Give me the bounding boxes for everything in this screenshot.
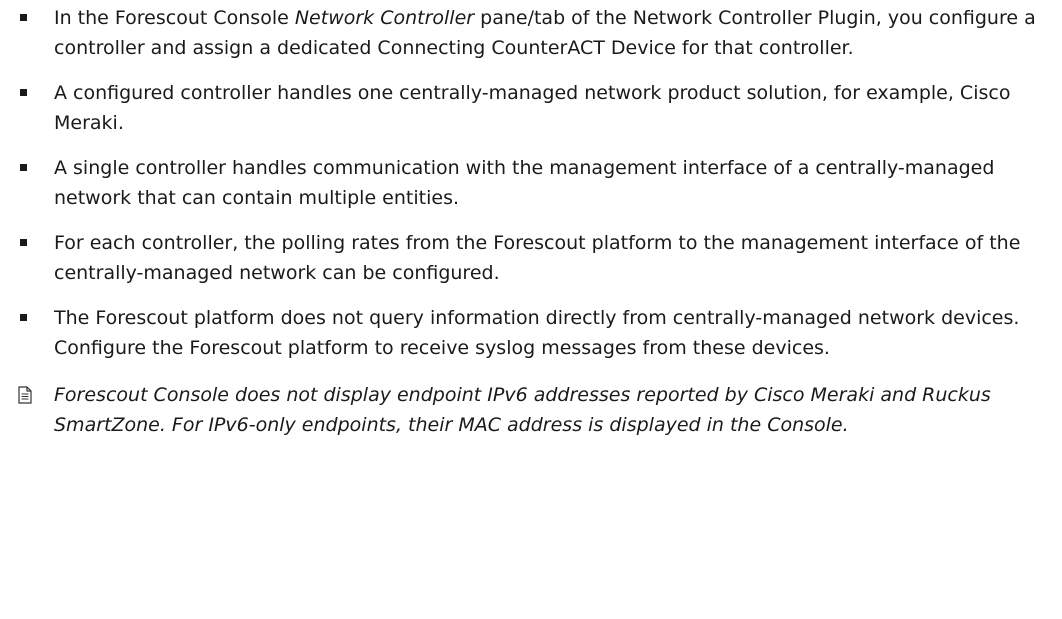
bullet-icon (20, 239, 27, 246)
note-text: Forescout Console does not display endpo… (54, 384, 991, 436)
list-item-text: A configured controller handles one cent… (54, 82, 1011, 134)
note-block: Forescout Console does not display endpo… (0, 380, 1062, 440)
bullet-icon (20, 164, 27, 171)
list-item-text: In the Forescout Console Network Control… (54, 7, 1036, 59)
list-item-text: A single controller handles communicatio… (54, 157, 995, 209)
bullet-icon (20, 89, 27, 96)
bullet-icon (20, 14, 27, 21)
bullet-list: In the Forescout Console Network Control… (0, 3, 1062, 363)
document-body: In the Forescout Console Network Control… (0, 0, 1062, 440)
note-icon (18, 386, 32, 404)
list-item: The Forescout platform does not query in… (0, 303, 1062, 363)
list-item-text: For each controller, the polling rates f… (54, 232, 1021, 284)
list-item: For each controller, the polling rates f… (0, 228, 1062, 288)
list-item-text: The Forescout platform does not query in… (54, 307, 1020, 359)
list-item: In the Forescout Console Network Control… (0, 3, 1062, 63)
bullet-icon (20, 314, 27, 321)
emphasis-text: Network Controller (294, 7, 475, 29)
list-item: A configured controller handles one cent… (0, 78, 1062, 138)
list-item: A single controller handles communicatio… (0, 153, 1062, 213)
